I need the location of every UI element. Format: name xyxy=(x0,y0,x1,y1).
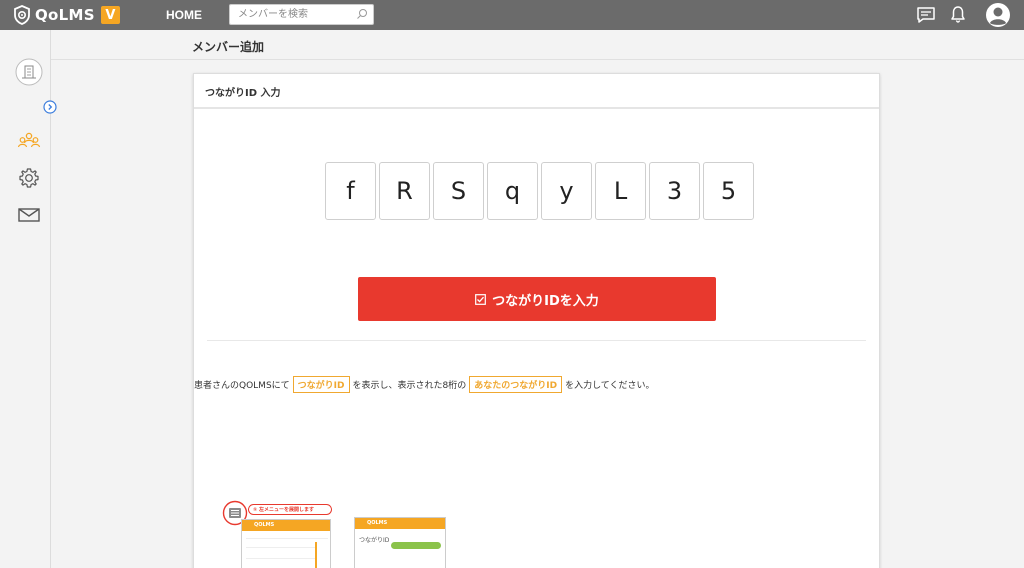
panel-title: つながりID 入力 xyxy=(205,88,281,99)
message-icon[interactable] xyxy=(916,6,936,24)
phone-header-bar: QOLMS xyxy=(355,518,445,529)
section-divider xyxy=(207,340,866,341)
people-group-icon xyxy=(17,132,41,148)
submit-connection-id-button[interactable]: つながりIDを入力 xyxy=(358,277,716,321)
highlight-connection-id: つながりID xyxy=(292,376,350,393)
code-char-box[interactable]: L xyxy=(595,162,646,220)
sidebar-expand-toggle[interactable] xyxy=(43,100,57,114)
logo-badge: V xyxy=(100,6,120,24)
step1-caption: ① 左メニューを展開します xyxy=(248,504,332,515)
connection-id-code-boxes: f R S q y L 3 5 xyxy=(325,162,757,221)
gear-icon xyxy=(19,168,39,188)
phone-header-bar: QOLMS xyxy=(242,520,330,531)
code-char-box[interactable]: R xyxy=(379,162,430,220)
phone2-connection-id-label: つながりID xyxy=(359,537,390,544)
phone-screen-1: QOLMS xyxy=(241,519,331,568)
phone1-row xyxy=(246,553,316,559)
sidebar-item-settings[interactable] xyxy=(18,167,40,189)
member-search-input[interactable] xyxy=(230,5,354,24)
phone2-green-button xyxy=(391,542,441,549)
code-char-box[interactable]: q xyxy=(487,162,538,220)
illustration-step2: QOLMS つながりID xyxy=(354,517,447,568)
page-title: メンバー追加 xyxy=(192,40,265,54)
sidebar-item-facility[interactable] xyxy=(15,58,43,86)
chevron-right-circle-icon xyxy=(43,100,57,114)
code-char-box[interactable]: f xyxy=(325,162,376,220)
building-icon xyxy=(15,58,43,86)
checkbox-icon xyxy=(475,293,487,305)
notification-bell-icon[interactable] xyxy=(950,5,966,24)
sidebar-item-mail[interactable] xyxy=(17,206,41,224)
phone-screen-2: QOLMS つながりID xyxy=(354,517,446,568)
page-header: メンバー追加 xyxy=(51,30,1024,60)
connection-id-panel: つながりID 入力 f R S q y L 3 5 つながりIDを入力 患者さん… xyxy=(193,73,880,568)
instruction-part2: を表示し、表示された8桁の xyxy=(352,381,467,391)
phone1-accent-line xyxy=(315,542,317,568)
home-link[interactable]: HOME xyxy=(166,8,202,22)
member-search-box xyxy=(229,4,374,25)
envelope-icon xyxy=(18,208,40,222)
code-char-box[interactable]: 3 xyxy=(649,162,700,220)
code-char-box[interactable]: 5 xyxy=(703,162,754,220)
logo-text: QoLMS xyxy=(35,6,95,24)
phone1-row xyxy=(246,542,316,548)
instruction-part3: を入力してください。 xyxy=(565,381,655,391)
phone1-row xyxy=(246,533,328,539)
app-logo[interactable]: QoLMS V xyxy=(12,4,120,26)
phone2-title: QOLMS xyxy=(367,520,388,526)
top-navigation-bar: QoLMS V HOME xyxy=(0,0,1024,30)
left-sidebar xyxy=(0,30,57,568)
sidebar-item-members[interactable] xyxy=(17,131,41,151)
code-char-box[interactable]: S xyxy=(433,162,484,220)
instruction-text: 患者さんのQOLMSにて つながりID を表示し、表示された8桁の あなたのつな… xyxy=(194,376,879,393)
instruction-part1: 患者さんのQOLMSにて xyxy=(194,381,290,391)
phone1-title: QOLMS xyxy=(254,522,275,528)
phone1-row xyxy=(246,564,316,568)
highlight-your-connection-id: あなたのつながりID xyxy=(469,376,563,393)
submit-button-label: つながりIDを入力 xyxy=(492,293,599,309)
panel-header: つながりID 入力 xyxy=(194,74,879,109)
user-avatar-icon[interactable] xyxy=(985,2,1011,28)
search-icon[interactable] xyxy=(356,8,368,20)
logo-shield-icon xyxy=(14,5,30,25)
code-char-box[interactable]: y xyxy=(541,162,592,220)
illustration-step1: ① 左メニューを展開します QOLMS xyxy=(222,500,334,568)
